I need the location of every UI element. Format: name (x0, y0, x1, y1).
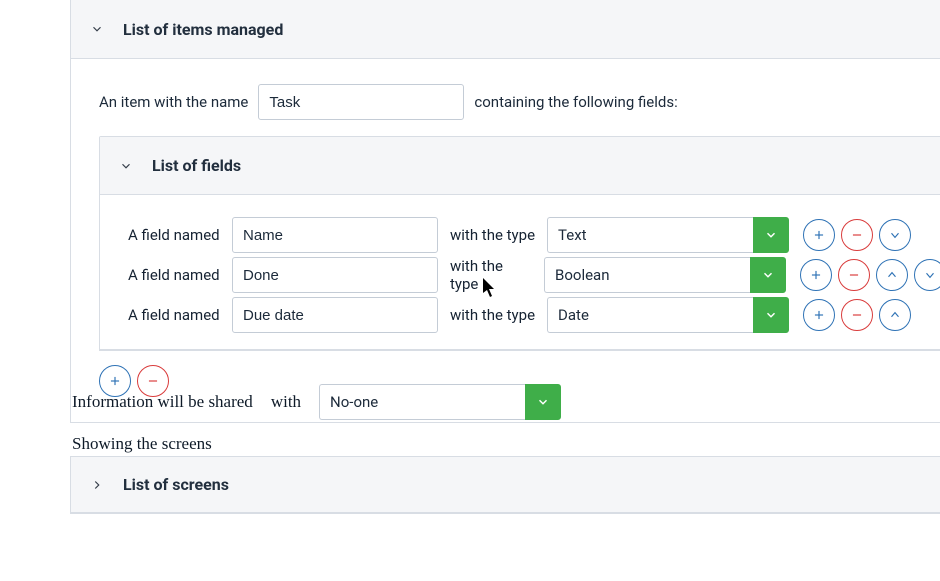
fields-panel-body: A field named with the type Text (100, 195, 940, 350)
add-field-button[interactable] (800, 259, 832, 291)
select-toggle-button[interactable] (753, 297, 789, 333)
remove-field-button[interactable] (838, 259, 870, 291)
field-type-select[interactable]: Boolean (544, 257, 786, 293)
items-panel-header[interactable]: List of items managed (71, 0, 940, 59)
chevron-right-icon (89, 477, 105, 493)
screens-panel: List of screens (70, 456, 940, 514)
field-row: A field named with the type Text (128, 217, 940, 253)
share-with-text: with (271, 392, 301, 412)
field-mid-text: with the type (446, 306, 539, 324)
move-up-button[interactable] (879, 299, 911, 331)
item-name-row: An item with the name containing the fol… (99, 84, 940, 120)
select-toggle-button[interactable] (525, 384, 561, 420)
screens-panel-title: List of screens (123, 475, 229, 494)
select-toggle-button[interactable] (750, 257, 786, 293)
field-type-value: Date (547, 297, 753, 333)
screens-heading: Showing the screens (72, 434, 212, 454)
field-mid-text: with the type (446, 226, 539, 244)
share-pre-text: Information will be shared (72, 392, 253, 412)
fields-panel-title: List of fields (152, 156, 241, 175)
add-field-button[interactable] (803, 299, 835, 331)
remove-field-button[interactable] (841, 299, 873, 331)
fields-panel-header[interactable]: List of fields (100, 137, 940, 195)
field-row: A field named with the type Boolean (128, 257, 940, 293)
fields-panel: List of fields A field named with the ty… (99, 136, 940, 351)
field-pre-text: A field named (128, 306, 224, 324)
field-name-input[interactable] (232, 257, 438, 293)
move-down-button[interactable] (914, 259, 940, 291)
item-pre-text: An item with the name (99, 93, 248, 111)
field-type-select[interactable]: Text (547, 217, 789, 253)
move-down-button[interactable] (879, 219, 911, 251)
item-name-input[interactable] (258, 84, 464, 120)
field-type-value: Boolean (544, 257, 750, 293)
share-select[interactable]: No-one (319, 384, 561, 420)
field-type-value: Text (547, 217, 753, 253)
share-row: Information will be shared with No-one (72, 384, 940, 420)
add-field-button[interactable] (803, 219, 835, 251)
field-row: A field named with the type Date (128, 297, 940, 333)
items-panel: List of items managed An item with the n… (70, 0, 940, 423)
field-pre-text: A field named (128, 226, 224, 244)
chevron-down-icon (89, 21, 105, 37)
items-panel-title: List of items managed (123, 20, 283, 39)
screens-panel-header[interactable]: List of screens (71, 457, 940, 513)
field-name-input[interactable] (232, 217, 438, 253)
items-panel-body: An item with the name containing the fol… (71, 59, 940, 423)
move-up-button[interactable] (876, 259, 908, 291)
field-pre-text: A field named (128, 266, 224, 284)
share-value: No-one (319, 384, 525, 420)
field-mid-text: with the type (446, 257, 536, 293)
item-post-text: containing the following fields: (474, 93, 677, 111)
chevron-down-icon (118, 158, 134, 174)
select-toggle-button[interactable] (753, 217, 789, 253)
field-type-select[interactable]: Date (547, 297, 789, 333)
field-name-input[interactable] (232, 297, 438, 333)
remove-field-button[interactable] (841, 219, 873, 251)
